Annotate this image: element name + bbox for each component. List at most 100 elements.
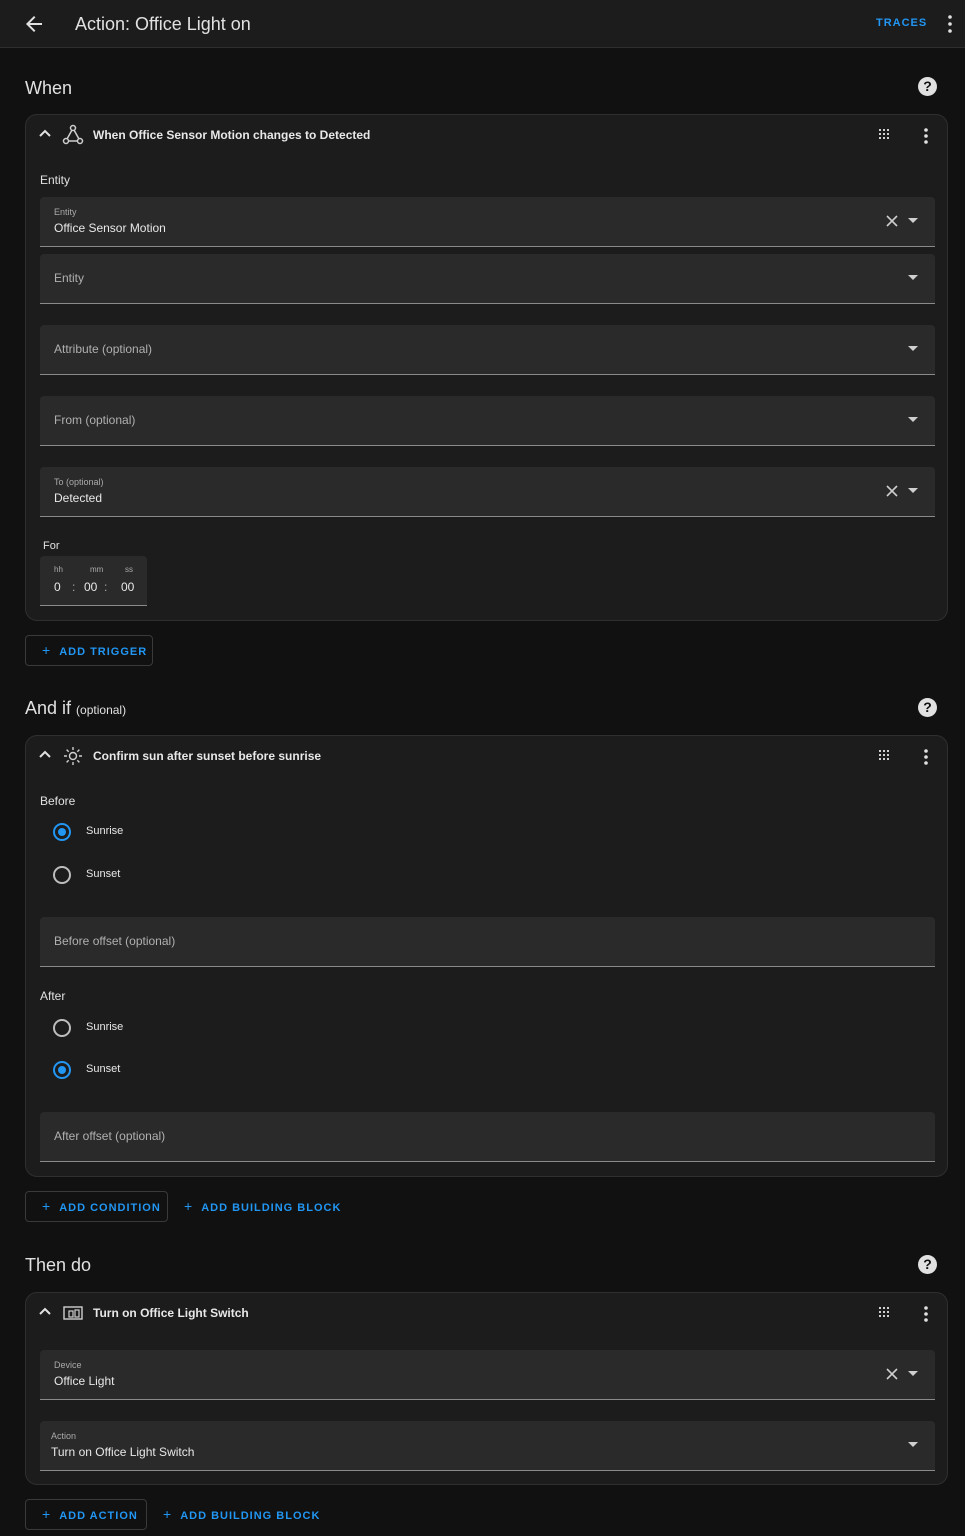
close-icon[interactable] [886, 485, 898, 497]
action-field[interactable]: Action Turn on Office Light Switch [40, 1421, 935, 1471]
device-field[interactable]: Device Office Light [40, 1350, 935, 1400]
condition-card-title: Confirm sun after sunset before sunrise [93, 749, 322, 763]
attribute-placeholder: Attribute (optional) [54, 342, 153, 356]
entity-section-label: Entity [40, 173, 71, 187]
help-circle-icon[interactable]: ? [918, 77, 937, 96]
minutes-value[interactable]: 00 [84, 580, 97, 594]
menu-down-icon[interactable] [908, 346, 918, 352]
seconds-unit-label: ss [125, 565, 133, 574]
before-sunrise-radio[interactable] [53, 823, 71, 841]
device-field-value: Office Light [54, 1374, 115, 1388]
before-sunset-label: Sunset [86, 868, 121, 880]
add-building-block-button[interactable]: + ADD BUILDING BLOCK [163, 1499, 320, 1530]
duration-separator: : [104, 580, 108, 594]
seconds-value[interactable]: 00 [121, 580, 134, 594]
plus-icon: + [42, 642, 52, 658]
menu-down-icon[interactable] [908, 1371, 918, 1377]
chevron-up-icon[interactable] [38, 127, 52, 141]
menu-down-icon[interactable] [908, 488, 918, 494]
entity-field[interactable]: Entity Office Sensor Motion [40, 197, 935, 247]
after-sunrise-radio[interactable] [53, 1019, 71, 1037]
entity-field-label: Entity [54, 207, 77, 217]
and-if-section-title: And if (optional) [25, 698, 126, 719]
action-field-label: Action [51, 1431, 77, 1441]
add-building-block-label: ADD BUILDING BLOCK [180, 1510, 321, 1522]
close-icon[interactable] [886, 215, 898, 227]
from-placeholder: From (optional) [54, 413, 136, 427]
from-field[interactable]: From (optional) [40, 396, 935, 446]
duration-input[interactable]: hh mm ss 0 : 00 : 00 [40, 556, 147, 606]
drag-handle-icon[interactable] [878, 1306, 892, 1320]
action-card-header[interactable]: Turn on Office Light Switch [26, 1293, 947, 1333]
after-offset-field[interactable]: After offset (optional) [40, 1112, 935, 1162]
when-section-title: When [25, 78, 73, 98]
hours-value[interactable]: 0 [54, 580, 61, 594]
add-building-block-button[interactable]: + ADD BUILDING BLOCK [184, 1191, 341, 1222]
after-offset-placeholder: After offset (optional) [54, 1129, 166, 1143]
add-building-block-label: ADD BUILDING BLOCK [201, 1202, 342, 1214]
device-field-label: Device [54, 1360, 82, 1370]
entity-field-value: Office Sensor Motion [54, 221, 166, 235]
arrow-left-icon[interactable] [22, 12, 46, 36]
add-condition-label: ADD CONDITION [59, 1202, 161, 1214]
chevron-up-icon[interactable] [38, 748, 52, 762]
plus-icon: + [163, 1506, 173, 1522]
hours-unit-label: hh [54, 565, 63, 574]
action-card: Turn on Office Light Switch Device Offic… [25, 1292, 948, 1485]
before-offset-field[interactable]: Before offset (optional) [40, 917, 935, 967]
help-circle-icon[interactable]: ? [918, 698, 937, 717]
plus-icon: + [42, 1198, 52, 1214]
plus-icon: + [42, 1506, 52, 1522]
before-label: Before [40, 794, 76, 808]
add-trigger-label: ADD TRIGGER [59, 646, 148, 658]
to-field-value: Detected [54, 491, 103, 505]
drag-handle-icon[interactable] [878, 749, 892, 763]
trigger-card-title: When Office Sensor Motion changes to Det… [93, 128, 371, 142]
drag-handle-icon[interactable] [878, 128, 892, 142]
to-field[interactable]: To (optional) Detected [40, 467, 935, 517]
page-title: Action: Office Light on [75, 14, 251, 34]
before-sunset-radio[interactable] [53, 866, 71, 884]
dots-vertical-icon[interactable] [942, 12, 958, 36]
duration-separator: : [72, 580, 76, 594]
after-sunset-label: Sunset [86, 1063, 121, 1075]
plus-icon: + [184, 1198, 194, 1214]
action-card-title: Turn on Office Light Switch [93, 1306, 249, 1320]
add-trigger-button[interactable]: + ADD TRIGGER [25, 635, 153, 666]
dots-vertical-icon[interactable] [922, 127, 930, 145]
add-action-button[interactable]: + ADD ACTION [25, 1499, 147, 1530]
sun-icon [64, 747, 82, 765]
and-if-title: And if [25, 698, 72, 718]
then-do-section-title: Then do [25, 1255, 92, 1275]
to-field-label: To (optional) [54, 477, 104, 487]
traces-button[interactable]: TRACES [876, 17, 927, 29]
trigger-card: When Office Sensor Motion changes to Det… [25, 114, 948, 621]
condition-card-header[interactable]: Confirm sun after sunset before sunrise [26, 736, 947, 776]
device-icon [63, 1306, 83, 1320]
after-sunrise-label: Sunrise [86, 1021, 124, 1033]
dots-vertical-icon[interactable] [922, 1305, 930, 1323]
add-action-label: ADD ACTION [59, 1510, 138, 1522]
action-field-value: Turn on Office Light Switch [51, 1445, 195, 1459]
for-label: For [43, 540, 60, 552]
condition-card: Confirm sun after sunset before sunrise … [25, 735, 948, 1177]
entity-empty-field[interactable]: Entity [40, 254, 935, 304]
close-icon[interactable] [886, 1368, 898, 1380]
before-offset-placeholder: Before offset (optional) [54, 934, 176, 948]
chevron-up-icon[interactable] [38, 1305, 52, 1319]
attribute-field[interactable]: Attribute (optional) [40, 325, 935, 375]
state-change-icon [62, 124, 84, 145]
menu-down-icon[interactable] [908, 417, 918, 423]
add-condition-button[interactable]: + ADD CONDITION [25, 1191, 168, 1222]
entity-empty-placeholder: Entity [54, 271, 85, 285]
after-label: After [40, 989, 66, 1003]
trigger-card-header[interactable]: When Office Sensor Motion changes to Det… [26, 115, 947, 155]
help-circle-icon[interactable]: ? [918, 1255, 937, 1274]
before-sunrise-label: Sunrise [86, 825, 124, 837]
and-if-optional: (optional) [76, 703, 127, 717]
after-sunset-radio[interactable] [53, 1061, 71, 1079]
menu-down-icon[interactable] [908, 218, 918, 224]
dots-vertical-icon[interactable] [922, 748, 930, 766]
menu-down-icon[interactable] [908, 275, 918, 281]
menu-down-icon[interactable] [908, 1442, 918, 1448]
